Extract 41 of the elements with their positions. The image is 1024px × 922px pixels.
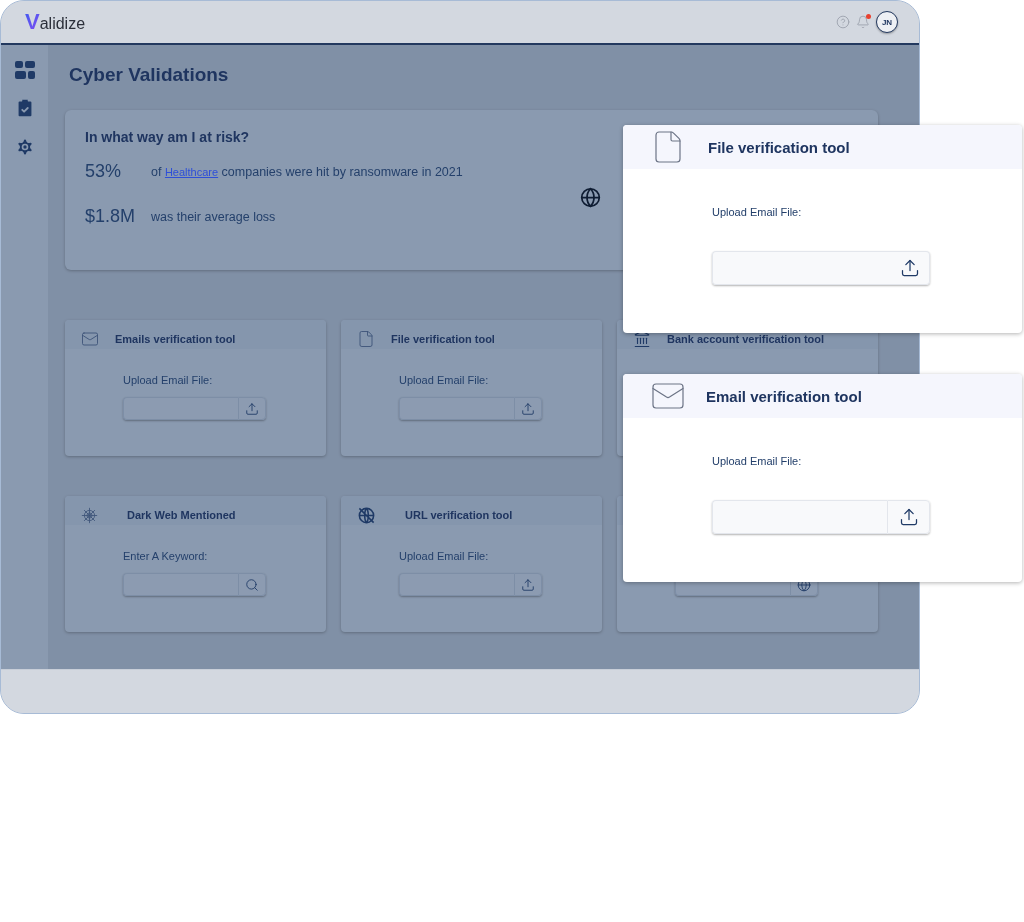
stat-value: 53% — [85, 161, 123, 182]
tool-title: Dark Web Mentioned — [127, 509, 236, 521]
field-label: Enter A Keyword: — [123, 550, 209, 564]
upload-icon — [898, 507, 919, 527]
envelope-icon — [81, 330, 99, 348]
field-label: Upload Email File: — [123, 374, 214, 388]
file-icon — [357, 330, 375, 348]
field-label: Upload Email File: — [399, 374, 490, 388]
field-label: Upload Email File: — [712, 206, 803, 218]
popup-title: File verification tool — [708, 138, 850, 156]
globe-crossed-icon — [357, 505, 376, 525]
input-field[interactable] — [399, 573, 514, 596]
input-field[interactable] — [123, 573, 238, 596]
search-icon — [245, 577, 259, 592]
sidebar-item[interactable] — [14, 61, 35, 79]
dashboard-icon — [14, 61, 35, 79]
tool-title: Emails verification tool — [115, 333, 236, 345]
stat-text: of Healthcare companies were hit by ransomware in 2021 — [151, 164, 464, 179]
upload-icon — [245, 401, 259, 416]
globe-icon[interactable] — [580, 187, 601, 208]
risk-heading: In what way am I at risk? — [85, 129, 251, 145]
bank-icon — [633, 330, 651, 348]
field-label: Upload Email File: — [399, 550, 490, 564]
user-avatar[interactable]: JN — [876, 11, 898, 33]
page-title: Cyber Validations — [69, 64, 230, 86]
upload-icon — [521, 577, 535, 592]
help-icon[interactable] — [836, 15, 850, 29]
tool-title: Bank account verification tool — [667, 333, 825, 345]
stat-text: was their average loss — [151, 209, 277, 224]
input-field[interactable] — [123, 397, 238, 420]
tool-title: File verification tool — [391, 333, 495, 345]
popup-title: Email verification tool — [706, 387, 862, 405]
notification-bell-icon[interactable] — [856, 15, 870, 29]
search-button[interactable] — [238, 573, 266, 596]
input-field[interactable] — [399, 397, 514, 420]
spider-web-icon — [81, 506, 98, 524]
upload-icon — [521, 401, 535, 416]
field-label: Upload Email File: — [712, 455, 803, 467]
stat-value: $1.8M — [85, 206, 137, 227]
validize-logo[interactable]: Validize — [25, 9, 86, 35]
tool-title: URL verification tool — [405, 509, 513, 521]
